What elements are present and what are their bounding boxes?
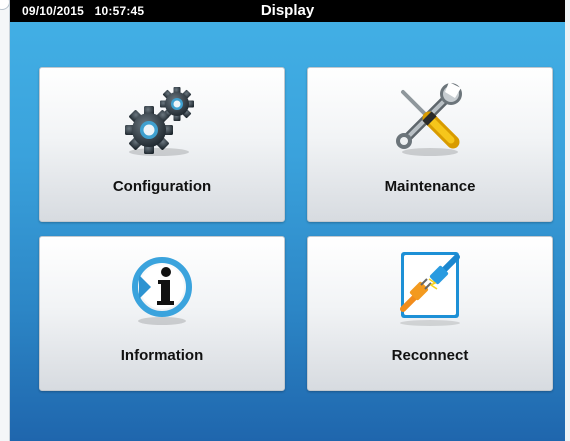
display-screen: 09/10/2015 10:57:45 Display Configuratio…	[10, 0, 565, 441]
wrench-screwdriver-icon	[308, 80, 552, 160]
maintenance-button[interactable]: Maintenance	[307, 67, 553, 222]
gears-icon	[40, 80, 284, 160]
page-title: Display	[260, 2, 315, 19]
corner-notch	[0, 0, 10, 10]
information-label: Information	[120, 347, 204, 364]
title-bar: 09/10/2015 10:57:45 Display	[10, 0, 565, 22]
maintenance-label: Maintenance	[384, 178, 476, 195]
left-panel-edge	[0, 0, 10, 441]
reconnect-button[interactable]: Reconnect	[307, 236, 553, 391]
info-icon	[40, 249, 284, 329]
plug-connect-icon	[308, 249, 552, 329]
configuration-label: Configuration	[112, 178, 212, 195]
right-panel-edge	[565, 0, 570, 441]
reconnect-label: Reconnect	[391, 347, 469, 364]
information-button[interactable]: Information	[39, 236, 285, 391]
configuration-button[interactable]: Configuration	[39, 67, 285, 222]
window-frame: 09/10/2015 10:57:45 Display Configuratio…	[0, 0, 570, 441]
